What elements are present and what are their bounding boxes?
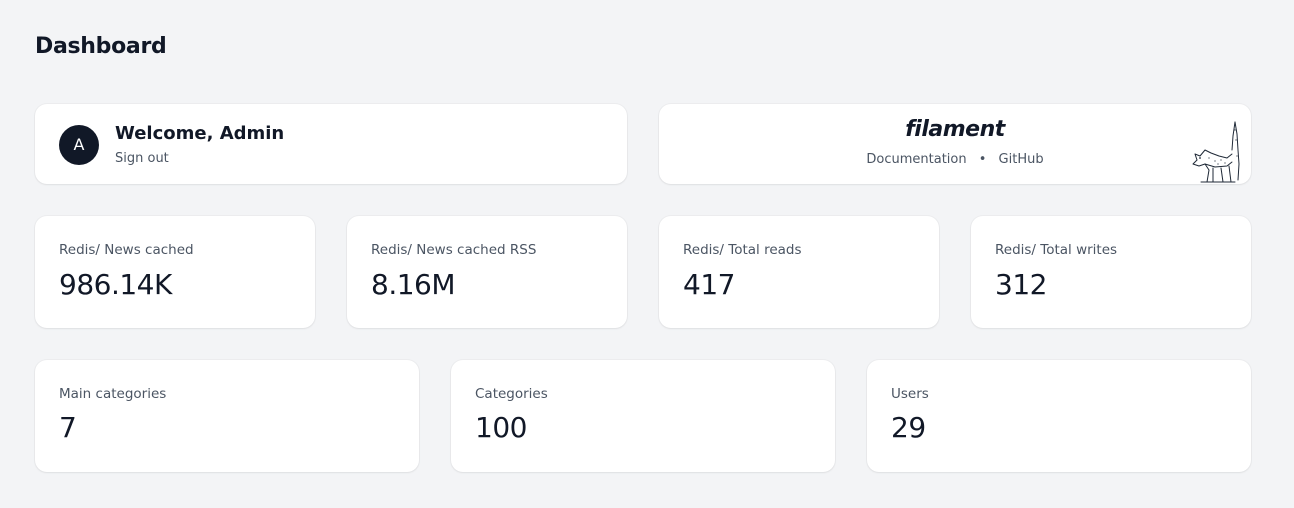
stat-card-redis-news-cached: Redis/ News cached 986.14K xyxy=(35,216,315,328)
stat-card-users: Users 29 xyxy=(867,360,1251,472)
page-title: Dashboard xyxy=(35,34,167,59)
stat-label: Redis/ Total reads xyxy=(683,242,802,258)
stat-value: 8.16M xyxy=(371,268,456,301)
stat-value: 417 xyxy=(683,268,735,301)
stat-card-redis-news-cached-rss: Redis/ News cached RSS 8.16M xyxy=(347,216,627,328)
stat-card-redis-total-reads: Redis/ Total reads 417 xyxy=(659,216,939,328)
account-widget: A Welcome, Admin Sign out xyxy=(35,104,627,184)
stat-value: 29 xyxy=(891,411,926,444)
mascot-illustration-icon xyxy=(1192,121,1240,183)
stat-value: 100 xyxy=(475,411,527,444)
stat-label: Redis/ News cached RSS xyxy=(371,242,537,258)
dashboard-page: Dashboard A Welcome, Admin Sign out fila… xyxy=(0,0,1294,508)
stat-label: Redis/ News cached xyxy=(59,242,194,258)
stat-value: 7 xyxy=(59,411,77,444)
github-link[interactable]: GitHub xyxy=(999,152,1044,167)
stat-label: Redis/ Total writes xyxy=(995,242,1118,258)
filament-info-widget: filament Documentation • GitHub xyxy=(659,104,1251,184)
stat-label: Users xyxy=(891,386,929,402)
filament-links: Documentation • GitHub xyxy=(659,152,1251,167)
stat-label: Main categories xyxy=(59,386,167,402)
stat-card-main-categories: Main categories 7 xyxy=(35,360,419,472)
stat-card-redis-total-writes: Redis/ Total writes 312 xyxy=(971,216,1251,328)
filament-logo[interactable]: filament xyxy=(659,117,1251,142)
stat-value: 986.14K xyxy=(59,268,172,301)
link-separator: • xyxy=(978,152,987,167)
documentation-link[interactable]: Documentation xyxy=(866,152,966,167)
stat-value: 312 xyxy=(995,268,1047,301)
stat-label: Categories xyxy=(475,386,548,402)
welcome-heading: Welcome, Admin xyxy=(115,123,285,144)
avatar: A xyxy=(59,125,99,165)
sign-out-button[interactable]: Sign out xyxy=(115,151,169,166)
stat-card-categories: Categories 100 xyxy=(451,360,835,472)
